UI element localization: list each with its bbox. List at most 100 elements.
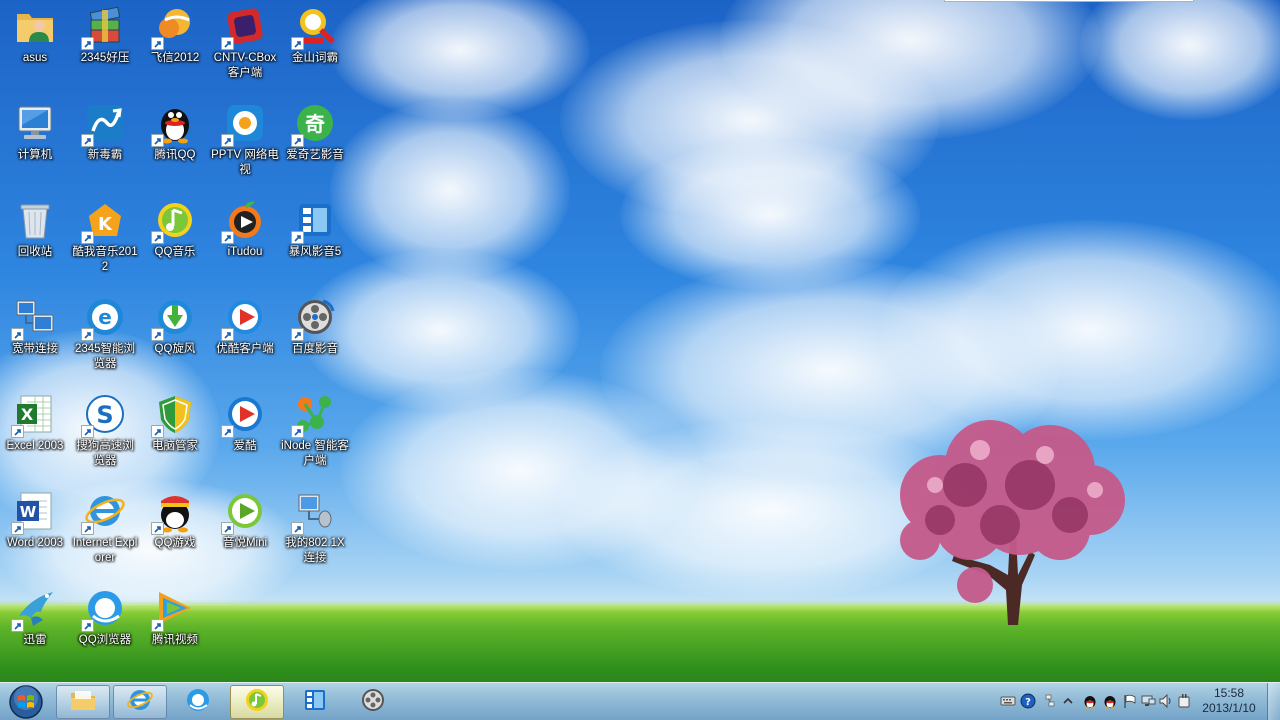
action-center-flag-icon[interactable]	[1122, 693, 1138, 709]
haozip-icon	[81, 4, 127, 50]
excel-icon: X	[11, 392, 57, 438]
desktop-icon[interactable]: 百度影音	[281, 295, 349, 357]
shortcut-arrow-icon	[291, 134, 304, 147]
taskbar-button[interactable]	[113, 685, 167, 719]
desktop-icon-label: QQ音乐	[154, 246, 196, 258]
desktop-icon-label: 我的802.1X连接	[285, 537, 345, 564]
help-icon[interactable]: ?	[1020, 693, 1036, 709]
desktop-icon[interactable]: CNTV-CBox客户端	[211, 4, 279, 81]
taskbar-button[interactable]	[230, 685, 284, 719]
desktop-icon[interactable]: asus	[1, 4, 69, 66]
keyboard-icon[interactable]	[1000, 693, 1016, 709]
desktop-icon[interactable]: e 2345智能浏览器	[71, 295, 139, 372]
desktop-icon[interactable]: 奇爱奇艺影音	[281, 101, 349, 163]
desktop-icon[interactable]: 暴风影音5	[281, 198, 349, 260]
internet-explorer-icon	[81, 489, 127, 535]
xunlei-icon	[11, 586, 57, 632]
windows-start-orb-icon	[9, 685, 43, 719]
svg-text:e: e	[98, 305, 112, 329]
clock-date: 2013/1/10	[1202, 701, 1256, 715]
desktop-icon[interactable]: iTudou	[211, 198, 279, 260]
volume-icon[interactable]	[1158, 693, 1174, 709]
desktop-icon[interactable]: K 酷我音乐2012	[71, 198, 139, 275]
desktop-icon[interactable]: 金山词霸	[281, 4, 349, 66]
desktop-icon[interactable]: X Excel 2003	[1, 392, 69, 454]
desktop-icon[interactable]: 音悦Mini	[211, 489, 279, 551]
show-desktop-button[interactable]	[1267, 683, 1280, 720]
shortcut-arrow-icon	[11, 328, 24, 341]
shortcut-arrow-icon	[291, 425, 304, 438]
desktop-icon[interactable]: QQ游戏	[141, 489, 209, 551]
qq-penguin-icon	[151, 101, 197, 147]
desktop-icon[interactable]: S 搜狗高速浏览器	[71, 392, 139, 469]
desktop-icon-label: 飞信2012	[150, 52, 200, 64]
tencent-video-icon	[151, 586, 197, 632]
network-share-icon[interactable]	[1042, 693, 1058, 709]
shortcut-arrow-icon	[221, 522, 234, 535]
desktop-icon-label: 宽带连接	[12, 343, 58, 355]
shortcut-arrow-icon	[221, 231, 234, 244]
desktop-icon-label: 金山词霸	[292, 52, 338, 64]
desktop-icon-label: asus	[22, 52, 48, 64]
taskbar-button[interactable]	[346, 685, 400, 719]
desktop-icon[interactable]: 回收站	[1, 198, 69, 260]
qq-tray-icon[interactable]	[1102, 693, 1118, 709]
shortcut-arrow-icon	[11, 619, 24, 632]
shortcut-arrow-icon	[291, 328, 304, 341]
desktop-icon[interactable]: 新毒霸	[71, 101, 139, 163]
desktop-icon-label: 2345好压	[80, 52, 130, 64]
desktop-icon[interactable]: 爱酷	[211, 392, 279, 454]
desktop-icon[interactable]: QQ旋风	[141, 295, 209, 357]
clock[interactable]: 15:58 2013/1/10	[1196, 686, 1262, 716]
desktop-icon[interactable]: iNode 智能客户端	[281, 392, 349, 469]
desktop-icon[interactable]: 腾讯视频	[141, 586, 209, 648]
shortcut-arrow-icon	[81, 37, 94, 50]
desktop-icon-label: PPTV 网络电视	[211, 149, 279, 176]
desktop-icon-label: 百度影音	[292, 343, 338, 355]
qq-tray-icon[interactable]	[1082, 693, 1098, 709]
desktop-icon[interactable]: 2345好压	[71, 4, 139, 66]
desktop-icon[interactable]: QQ音乐	[141, 198, 209, 260]
desktop-icon[interactable]: 飞信2012	[141, 4, 209, 66]
shortcut-arrow-icon	[81, 328, 94, 341]
desktop-icon[interactable]: 优酷客户端	[211, 295, 279, 357]
broadband-connection-icon	[11, 295, 57, 341]
computer-icon	[13, 101, 57, 145]
desktop-icon-label: 音悦Mini	[222, 537, 268, 549]
start-button[interactable]	[4, 684, 48, 720]
desktop-icon[interactable]: 我的802.1X连接	[281, 489, 349, 566]
kingsoft-powerword-icon	[291, 4, 337, 50]
show-hidden-icons-chevron[interactable]	[1060, 693, 1076, 709]
desktop-icon[interactable]: 电脑管家	[141, 392, 209, 454]
shortcut-arrow-icon	[151, 522, 164, 535]
desktop-icon[interactable]: W Word 2003	[1, 489, 69, 551]
network-icon[interactable]	[1140, 693, 1156, 709]
baidu-player-icon	[291, 295, 337, 341]
power-icon[interactable]	[1176, 693, 1192, 709]
taskbar-button[interactable]	[288, 685, 342, 719]
desktop-icon[interactable]: 计算机	[1, 101, 69, 163]
desktop-icon[interactable]: 宽带连接	[1, 295, 69, 357]
shortcut-arrow-icon	[221, 37, 234, 50]
desktop-icon-label: Word 2003	[6, 537, 64, 549]
taskbar-button[interactable]	[171, 685, 225, 719]
desktop-icon-label: QQ旋风	[154, 343, 196, 355]
8021x-connection-icon	[291, 489, 337, 535]
desktop-icon[interactable]: QQ浏览器	[71, 586, 139, 648]
internet-explorer-icon	[126, 686, 154, 718]
yinyue-mini-icon	[221, 489, 267, 535]
desktop-icon-label: 回收站	[17, 246, 53, 258]
desktop-icon-label: Excel 2003	[6, 440, 64, 452]
qq-browser-icon	[81, 586, 127, 632]
desktop-icon-label: Internet Explorer	[72, 537, 138, 564]
duba-antivirus-icon	[81, 101, 127, 147]
aiku-icon	[221, 392, 267, 438]
desktop-icon[interactable]: Internet Explorer	[71, 489, 139, 566]
youku-icon	[221, 295, 267, 341]
user-folder-icon	[13, 4, 57, 48]
desktop-icon[interactable]: PPTV 网络电视	[211, 101, 279, 178]
desktop-icon[interactable]: 迅雷	[1, 586, 69, 648]
taskbar-button[interactable]	[56, 685, 110, 719]
desktop-icon-label: 暴风影音5	[288, 246, 342, 258]
desktop-icon[interactable]: 腾讯QQ	[141, 101, 209, 163]
